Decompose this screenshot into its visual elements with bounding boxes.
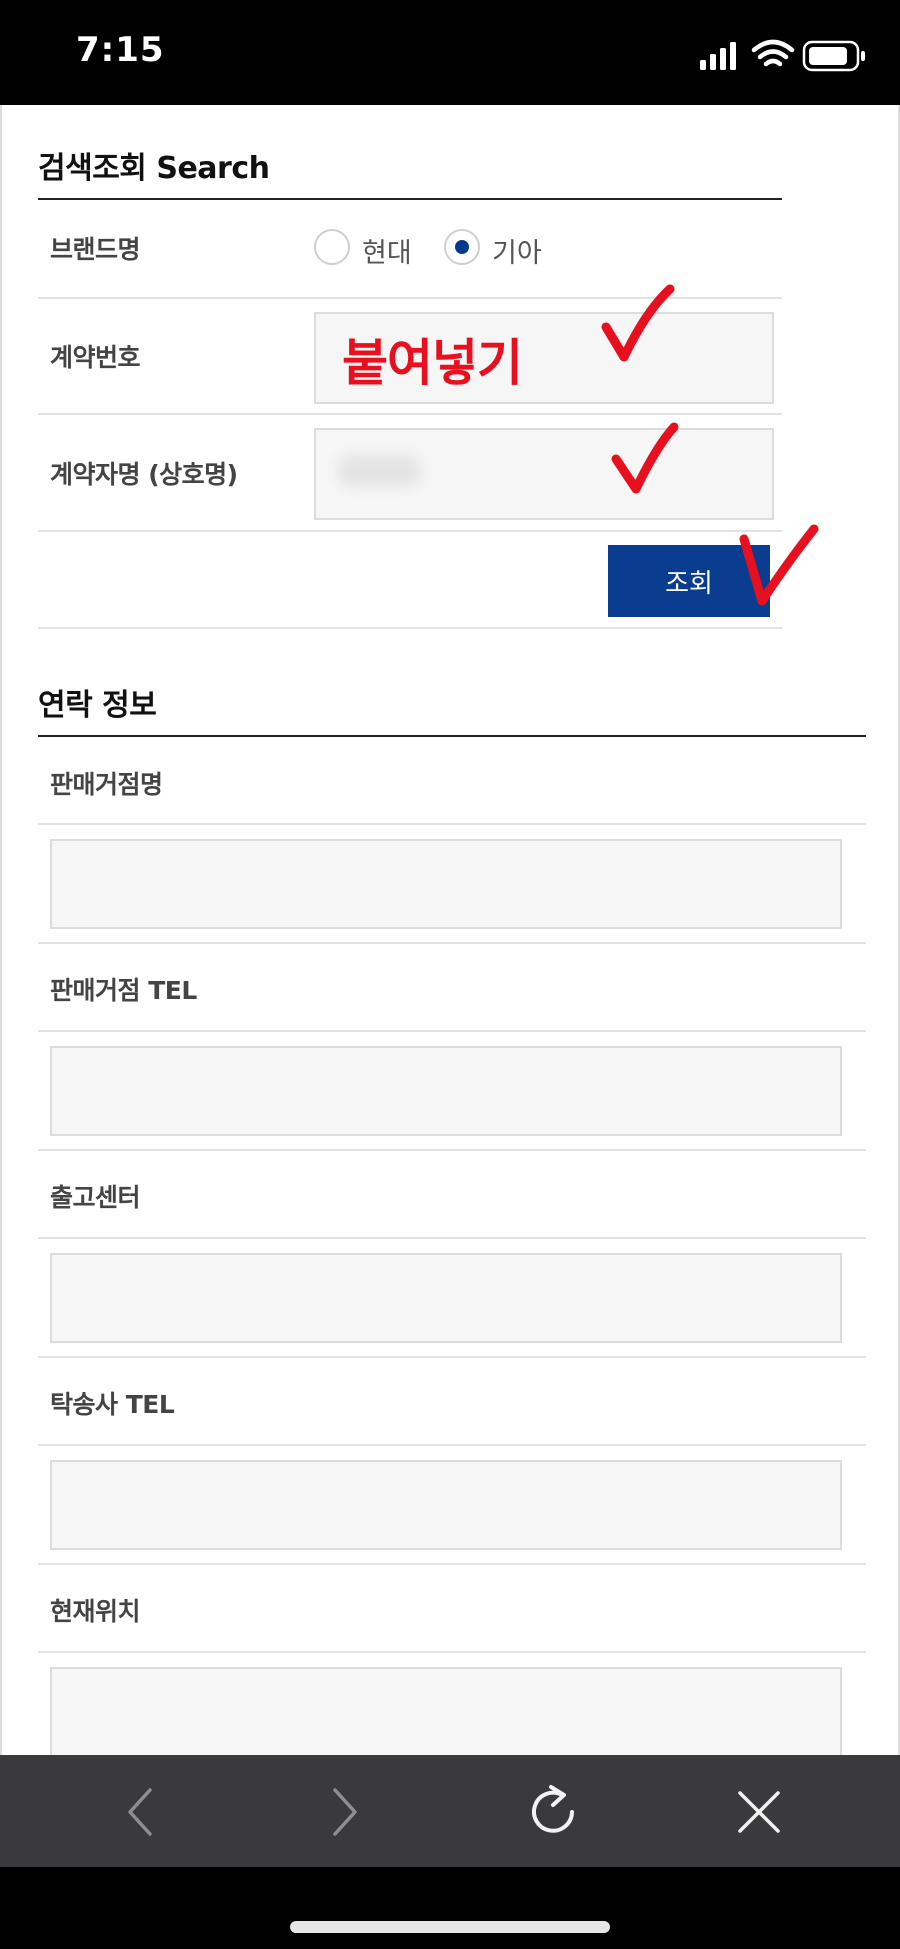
back-button[interactable]: [105, 1777, 175, 1847]
row-divider: [38, 627, 782, 629]
search-title-rule: [38, 198, 782, 200]
wifi-icon: [751, 39, 795, 67]
check-mark-icon: [739, 524, 819, 606]
brand-label: 브랜드명: [50, 235, 141, 264]
radio-hyundai-label[interactable]: 현대: [362, 231, 412, 270]
field-label: 판매거점 TEL: [50, 976, 197, 1005]
forward-icon: [333, 1788, 357, 1836]
web-page: 검색조회 Search 브랜드명 현대 기아 계약번호 붙여넣기 계약자명 (상…: [0, 105, 900, 1755]
search-section-title: 검색조회 Search: [38, 151, 270, 186]
row-divider: [38, 942, 866, 944]
forward-button[interactable]: [310, 1777, 380, 1847]
browser-toolbar: [0, 1755, 900, 1867]
row-divider: [38, 1444, 866, 1446]
row-divider: [38, 1030, 866, 1032]
row-divider: [38, 1149, 866, 1151]
close-button[interactable]: [724, 1777, 794, 1847]
row-divider: [38, 530, 782, 532]
release-center-input[interactable]: [50, 1253, 842, 1343]
radio-hyundai[interactable]: [314, 229, 350, 265]
carrier-tel-input[interactable]: [50, 1460, 842, 1550]
blurred-value: [338, 455, 420, 487]
store-tel-input[interactable]: [50, 1046, 842, 1136]
home-indicator[interactable]: [290, 1921, 610, 1933]
field-label: 출고센터: [50, 1183, 141, 1212]
reload-button[interactable]: [518, 1777, 588, 1847]
field-label: 판매거점명: [50, 770, 163, 799]
contact-section-title: 연락 정보: [38, 688, 157, 723]
status-bar: 7:15: [0, 0, 900, 105]
close-icon: [738, 1791, 780, 1833]
status-icons: [700, 39, 865, 72]
row-divider: [38, 1563, 866, 1565]
radio-kia[interactable]: [444, 229, 480, 265]
contractor-name-label: 계약자명 (상호명): [50, 460, 238, 489]
field-label: 탁송사 TEL: [50, 1390, 175, 1419]
row-divider: [38, 413, 782, 415]
check-mark-icon: [611, 422, 679, 494]
check-mark-icon: [601, 284, 675, 362]
home-area: [0, 1867, 900, 1949]
row-divider: [38, 1237, 866, 1239]
signal-icon: [700, 42, 736, 70]
back-icon: [128, 1788, 152, 1836]
status-time: 7:15: [76, 30, 165, 70]
paste-annotation: 붙여넣기: [342, 334, 523, 392]
contract-number-label: 계약번호: [50, 343, 141, 372]
store-name-input[interactable]: [50, 839, 842, 929]
field-label: 현재위치: [50, 1597, 141, 1626]
radio-kia-label[interactable]: 기아: [492, 231, 542, 270]
contact-title-rule: [38, 735, 866, 737]
row-divider: [38, 1356, 866, 1358]
reload-icon: [532, 1785, 574, 1833]
battery-icon: [802, 40, 865, 72]
row-divider: [38, 823, 866, 825]
row-divider: [38, 1651, 866, 1653]
current-location-input[interactable]: [50, 1667, 842, 1755]
